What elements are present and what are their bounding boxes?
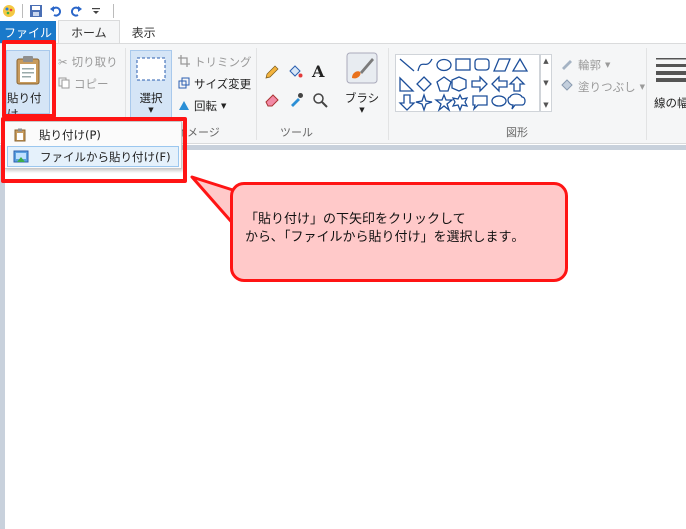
crop-icon xyxy=(178,54,190,70)
size-button[interactable]: 線の幅 xyxy=(654,56,686,134)
outline-label: 輪郭 xyxy=(578,57,601,72)
copy-icon xyxy=(58,77,70,92)
quick-access-toolbar xyxy=(0,0,686,22)
text-a-icon: A xyxy=(312,62,325,81)
eyedropper-icon xyxy=(288,92,304,111)
brush-icon xyxy=(346,52,378,87)
rotate-icon xyxy=(178,99,190,114)
group-separator xyxy=(646,48,647,140)
size-label: 線の幅 xyxy=(654,96,686,110)
text-tool[interactable]: A xyxy=(312,62,324,81)
pencil-icon xyxy=(264,64,280,83)
pencil-tool[interactable] xyxy=(264,64,280,83)
customize-qat-icon[interactable] xyxy=(89,4,103,18)
paint-app-icon[interactable] xyxy=(2,4,16,18)
scroll-up-icon[interactable]: ▲ xyxy=(543,57,548,65)
color-picker-tool[interactable] xyxy=(288,92,304,111)
tools-group-label: ツール xyxy=(280,126,313,139)
gallery-expand-icon[interactable]: ▼ xyxy=(543,101,548,109)
magnifier-tool[interactable] xyxy=(312,92,328,111)
eraser-tool[interactable] xyxy=(264,92,280,111)
cut-label: 切り取り xyxy=(71,55,118,69)
brush-dropdown-arrow-icon: ▼ xyxy=(359,106,365,114)
fill-button[interactable]: 塗りつぶし ▼ xyxy=(560,78,645,95)
outline-button[interactable]: 輪郭 ▼ xyxy=(560,56,610,73)
group-separator xyxy=(388,48,389,140)
tab-home[interactable]: ホーム xyxy=(58,20,120,43)
save-icon[interactable] xyxy=(29,4,43,18)
shapes-gallery[interactable] xyxy=(395,54,540,113)
fill-tool[interactable] xyxy=(287,64,303,83)
resize-icon xyxy=(178,77,190,92)
callout-line-2: から､「ファイルから貼り付け」を選択します｡ xyxy=(245,230,519,245)
fill-bucket-icon xyxy=(560,78,574,95)
scroll-down-icon[interactable]: ▼ xyxy=(543,79,548,87)
redo-icon[interactable] xyxy=(69,4,83,18)
fill-label: 塗りつぶし xyxy=(578,79,636,94)
rotate-button[interactable]: 回転 ▼ xyxy=(178,98,226,114)
paint-bucket-icon xyxy=(287,64,303,83)
callout-line-1: 「貼り付け」の下矢印をクリックして xyxy=(245,212,466,227)
ribbon-tabs: ファイル ホーム 表示 xyxy=(0,20,686,44)
trim-button[interactable]: トリミング xyxy=(178,54,252,70)
qat-separator xyxy=(113,4,114,18)
copy-button[interactable]: コピー xyxy=(58,76,109,92)
line-width-icon xyxy=(656,58,686,82)
magnifier-icon xyxy=(312,92,328,111)
select-button[interactable]: 選択 ▼ xyxy=(130,50,172,120)
tab-view[interactable]: 表示 xyxy=(120,21,168,43)
instruction-callout: 「貼り付け」の下矢印をクリックして から､「ファイルから貼り付け」を選択します｡ xyxy=(230,182,568,282)
eraser-icon xyxy=(264,92,280,111)
resize-label: サイズ変更 xyxy=(194,77,252,91)
resize-button[interactable]: サイズ変更 xyxy=(178,76,251,92)
selection-rect-icon xyxy=(136,57,166,84)
fill-dropdown-arrow-icon: ▼ xyxy=(639,82,646,91)
group-separator xyxy=(256,48,257,140)
undo-icon[interactable] xyxy=(49,4,63,18)
brush-button[interactable]: ブラシ ▼ xyxy=(340,52,384,116)
shapes-gallery-scroll[interactable]: ▲ ▼ ▼ xyxy=(540,54,552,112)
trim-label: トリミング xyxy=(194,55,252,69)
rotate-label: 回転 xyxy=(194,99,217,113)
highlight-paste-button xyxy=(2,40,56,118)
outline-icon xyxy=(560,56,574,73)
shapes-group-label: 図形 xyxy=(506,126,528,139)
highlight-dropdown-menu xyxy=(1,117,187,183)
brush-label: ブラシ xyxy=(344,91,380,105)
outline-dropdown-arrow-icon: ▼ xyxy=(605,60,611,69)
select-label: 選択 xyxy=(139,91,163,105)
select-dropdown-arrow-icon[interactable]: ▼ xyxy=(148,106,153,115)
cut-button[interactable]: ✂ 切り取り xyxy=(58,54,118,70)
qat-separator xyxy=(22,4,23,18)
rotate-dropdown-arrow-icon: ▼ xyxy=(221,102,227,110)
copy-label: コピー xyxy=(74,77,109,91)
shapes-gallery-icons xyxy=(398,57,529,113)
scissors-icon: ✂ xyxy=(58,55,68,69)
